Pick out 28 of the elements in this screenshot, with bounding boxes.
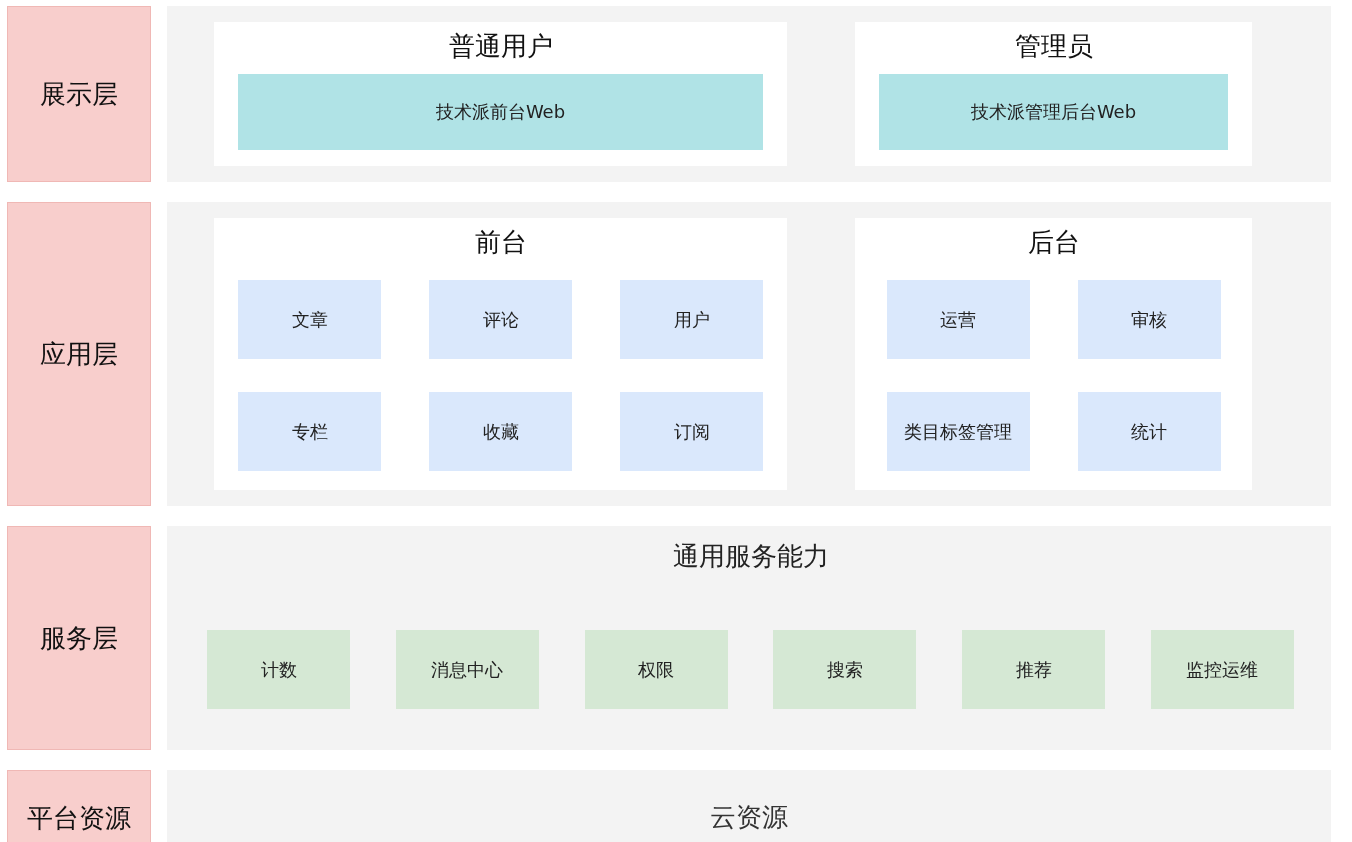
module-block: 文章 (238, 280, 381, 359)
service-block: 权限 (584, 630, 728, 709)
module-block: 统计 (1077, 392, 1221, 471)
module-block: 专栏 (238, 392, 381, 471)
service-block: 消息中心 (395, 630, 539, 709)
module-block: 订阅 (620, 392, 763, 471)
service-block: 监控运维 (1151, 630, 1294, 709)
group-title: 前台 (474, 226, 527, 258)
group-title: 普通用户 (448, 30, 553, 62)
layer-title: 通用服务能力 (672, 540, 829, 573)
module-block: 审核 (1077, 280, 1221, 359)
app-bar: 技术派前台Web (238, 74, 763, 150)
group-title: 后台 (1027, 226, 1080, 258)
layer-title: 云资源 (710, 801, 788, 834)
service-block: 搜索 (773, 630, 917, 709)
module-block: 类目标签管理 (886, 392, 1030, 471)
app-bar: 技术派管理后台Web (879, 74, 1228, 150)
module-block: 用户 (620, 280, 763, 359)
layer-label: 应用层 (7, 202, 151, 506)
layer-label: 展示层 (7, 6, 151, 182)
service-block: 推荐 (962, 630, 1106, 709)
layer-label: 平台资源 (7, 770, 151, 842)
module-block: 评论 (429, 280, 572, 359)
group-title: 管理员 (1014, 30, 1093, 62)
module-block: 运营 (886, 280, 1030, 359)
service-block: 计数 (207, 630, 350, 709)
layer-label: 服务层 (7, 526, 151, 750)
module-block: 收藏 (429, 392, 572, 471)
